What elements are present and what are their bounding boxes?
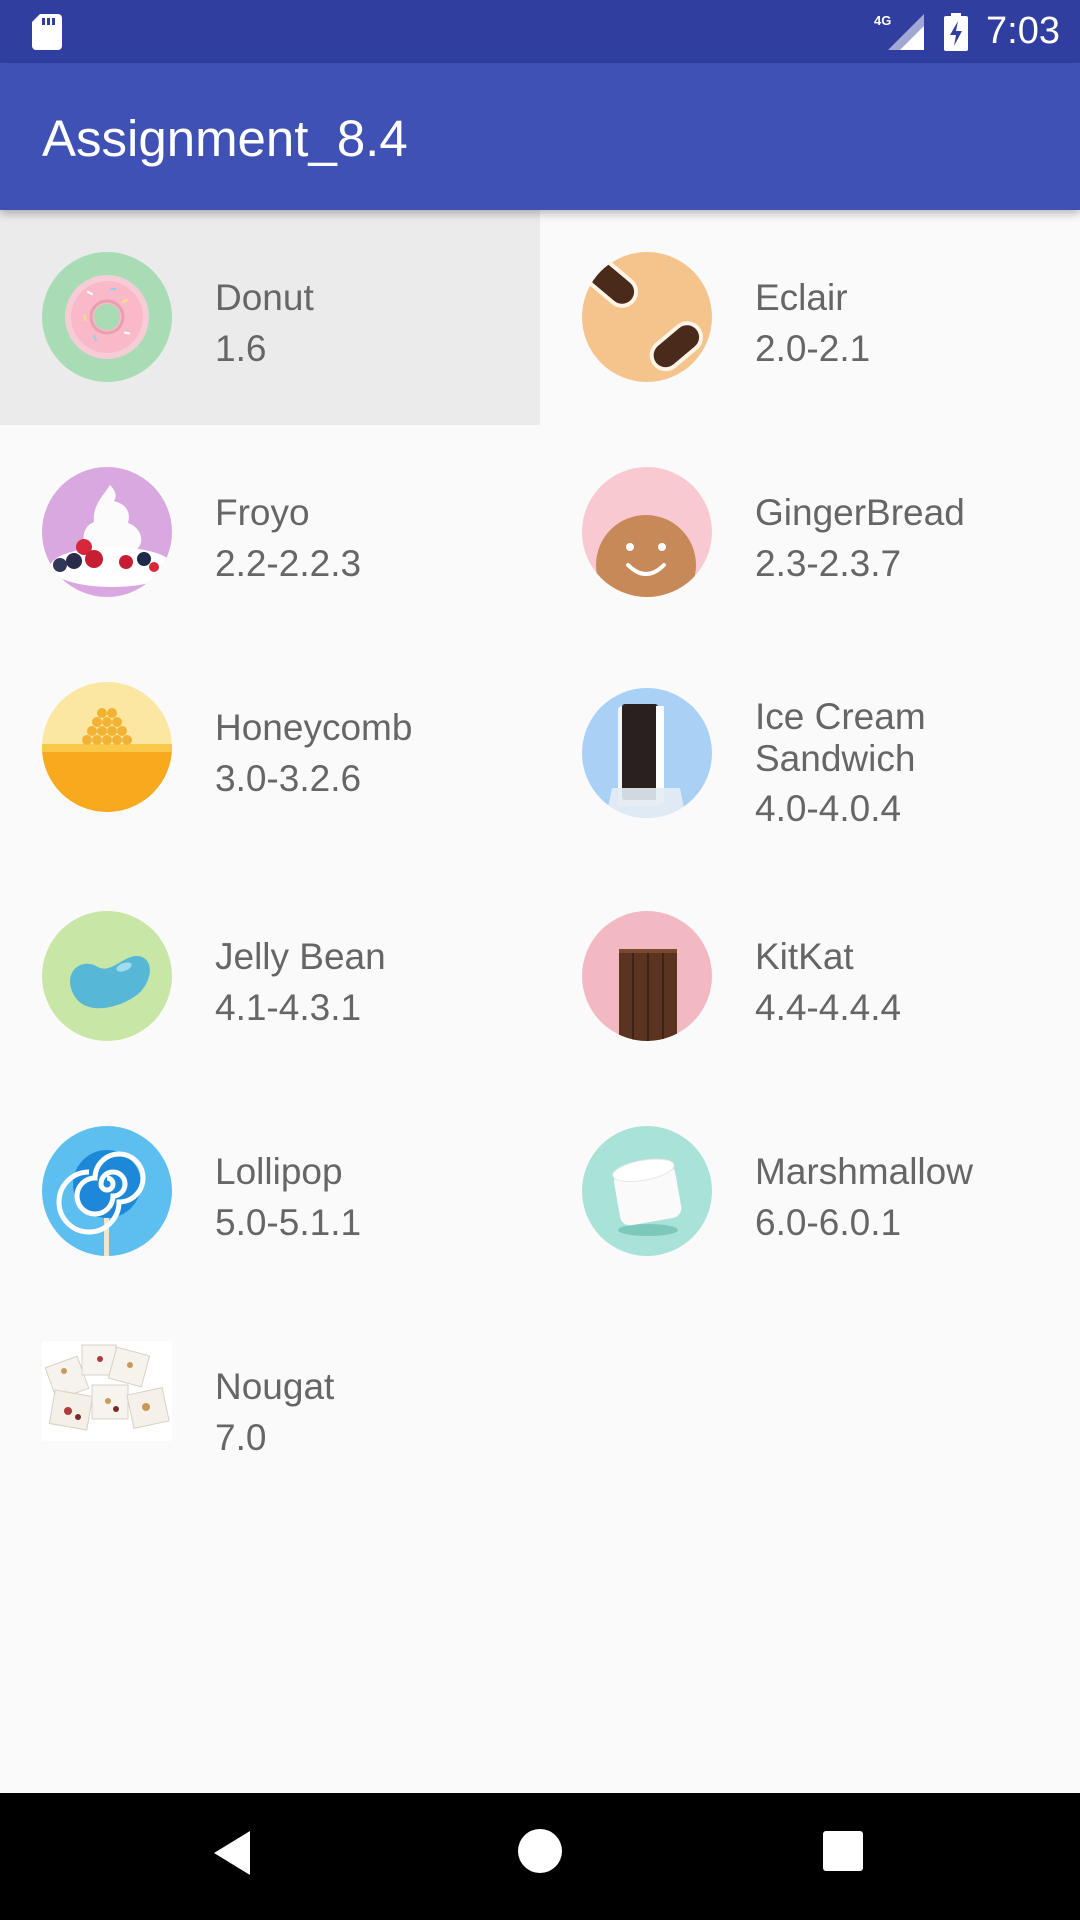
- jelly-bean-icon: [42, 911, 172, 1041]
- version-grid: Donut 1.6 Eclair 2.0-2.1 Froyo 2.2-2.2.3…: [0, 210, 1080, 1514]
- item-version: 4.0-4.0.4: [755, 788, 902, 829]
- item-version: 5.0-5.1.1: [215, 1202, 362, 1243]
- item-version: 6.0-6.0.1: [755, 1202, 902, 1243]
- grid-item-ice-cream-sandwich[interactable]: Ice Cream Sandwich 4.0-4.0.4: [540, 640, 1080, 869]
- ice-cream-sandwich-icon: [582, 688, 712, 818]
- item-name: KitKat: [755, 936, 854, 977]
- grid-item-eclair[interactable]: Eclair 2.0-2.1: [540, 210, 1080, 425]
- recent-apps-icon[interactable]: [823, 1831, 863, 1871]
- app-bar: Assignment_8.4: [0, 63, 1080, 210]
- home-icon[interactable]: [518, 1829, 562, 1873]
- grid-item-gingerbread[interactable]: GingerBread 2.3-2.3.7: [540, 425, 1080, 640]
- item-version: 2.0-2.1: [755, 328, 871, 369]
- grid-item-kitkat[interactable]: KitKat 4.4-4.4.4: [540, 869, 1080, 1084]
- grid-item-lollipop[interactable]: Lollipop 5.0-5.1.1: [0, 1084, 540, 1299]
- lollipop-icon: [42, 1126, 172, 1256]
- item-name: GingerBread: [755, 492, 965, 533]
- item-name: Honeycomb: [215, 707, 413, 748]
- item-name: Ice Cream Sandwich: [755, 696, 926, 779]
- item-version: 2.3-2.3.7: [755, 543, 902, 584]
- item-version: 3.0-3.2.6: [215, 758, 362, 799]
- item-name: Lollipop: [215, 1151, 343, 1192]
- item-name: Froyo: [215, 492, 310, 533]
- nougat-icon: [42, 1341, 172, 1441]
- kitkat-icon: [582, 911, 712, 1041]
- item-name: Marshmallow: [755, 1151, 973, 1192]
- item-version: 7.0: [215, 1417, 267, 1458]
- marshmallow-icon: [582, 1126, 712, 1256]
- back-icon[interactable]: [210, 1829, 254, 1877]
- donut-icon: [42, 252, 172, 382]
- signal-4g-icon: 4G: [874, 13, 925, 50]
- honeycomb-icon: [42, 682, 172, 812]
- item-name: Eclair: [755, 277, 848, 318]
- battery-charging-icon: [944, 12, 969, 51]
- froyo-icon: [42, 467, 172, 597]
- status-time: 7:03: [986, 10, 1060, 52]
- sd-card-icon: [32, 14, 62, 50]
- item-name: Jelly Bean: [215, 936, 386, 977]
- grid-item-marshmallow[interactable]: Marshmallow 6.0-6.0.1: [540, 1084, 1080, 1299]
- item-version: 4.1-4.3.1: [215, 987, 362, 1028]
- item-name: Nougat: [215, 1366, 335, 1407]
- gingerbread-icon: [582, 467, 712, 597]
- item-version: 2.2-2.2.3: [215, 543, 362, 584]
- svg-text:4G: 4G: [874, 13, 891, 28]
- grid-item-honeycomb[interactable]: Honeycomb 3.0-3.2.6: [0, 640, 540, 869]
- grid-item-jelly-bean[interactable]: Jelly Bean 4.1-4.3.1: [0, 869, 540, 1084]
- navigation-bar: [0, 1793, 1080, 1920]
- item-version: 4.4-4.4.4: [755, 987, 902, 1028]
- grid-item-froyo[interactable]: Froyo 2.2-2.2.3: [0, 425, 540, 640]
- item-version: 1.6: [215, 328, 267, 369]
- item-name: Donut: [215, 277, 314, 318]
- status-bar: 4G 7:03: [0, 0, 1080, 63]
- grid-item-nougat[interactable]: Nougat 7.0: [0, 1299, 540, 1514]
- app-title: Assignment_8.4: [42, 110, 408, 167]
- eclair-icon: [582, 252, 712, 382]
- grid-item-donut[interactable]: Donut 1.6: [0, 210, 540, 425]
